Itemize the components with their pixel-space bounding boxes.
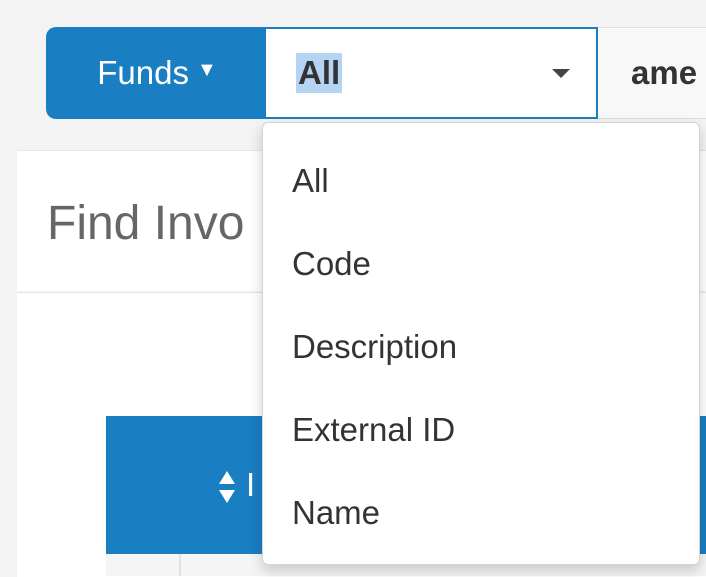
- search-field-value: All: [296, 53, 343, 93]
- chevron-down-icon: [552, 69, 570, 78]
- search-input-text: ame: [631, 54, 698, 91]
- page-title: Find Invo: [47, 197, 245, 250]
- search-scope-label: Funds: [97, 54, 189, 91]
- search-field-dropdown: All Code Description External ID Name: [262, 122, 700, 565]
- table-header-label[interactable]: I: [246, 466, 255, 504]
- dropdown-option-description[interactable]: Description: [263, 305, 699, 388]
- dropdown-option-external-id[interactable]: External ID: [263, 388, 699, 471]
- search-field-select[interactable]: All: [264, 27, 598, 119]
- sort-icon[interactable]: [218, 469, 236, 505]
- caret-down-icon: ▼: [196, 58, 217, 81]
- search-scope-button[interactable]: Funds ▼: [46, 27, 264, 119]
- cell-divider: [179, 554, 181, 576]
- dropdown-option-name[interactable]: Name: [263, 471, 699, 554]
- search-input[interactable]: ame: [598, 27, 706, 119]
- dropdown-option-code[interactable]: Code: [263, 222, 699, 305]
- dropdown-option-all[interactable]: All: [263, 139, 699, 222]
- search-bar: Funds ▼ All ame: [46, 27, 706, 119]
